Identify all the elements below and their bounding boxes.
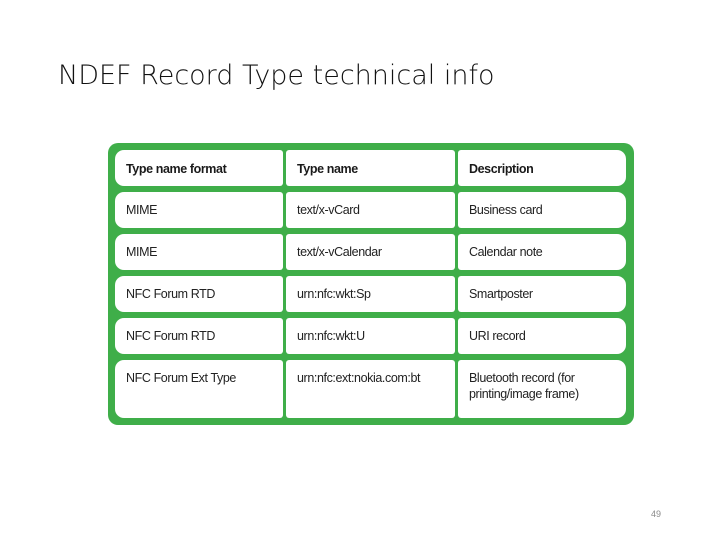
cell-type-name-format: NFC Forum RTD <box>115 276 283 312</box>
header-cell-description: Description <box>458 150 626 186</box>
cell-type-name: urn:nfc:wkt:U <box>286 318 455 354</box>
cell-type-name: text/x-vCard <box>286 192 455 228</box>
cell-description: Business card <box>458 192 626 228</box>
cell-type-name-format: NFC Forum Ext Type <box>115 360 283 418</box>
cell-type-name-format: MIME <box>115 234 283 270</box>
header-cell-type-name-format: Type name format <box>115 150 283 186</box>
cell-type-name-format: NFC Forum RTD <box>115 318 283 354</box>
cell-type-name: urn:nfc:wkt:Sp <box>286 276 455 312</box>
ndef-record-type-table: Type name format Type name Description MIME… <box>108 143 634 425</box>
cell-description: URI record <box>458 318 626 354</box>
cell-type-name-format: MIME <box>115 192 283 228</box>
cell-description: Calendar note <box>458 234 626 270</box>
page-number: 49 <box>651 509 662 519</box>
cell-description: Smartposter <box>458 276 626 312</box>
header-cell-type-name: Type name <box>286 150 455 186</box>
cell-type-name: urn:nfc:ext:nokia.com:bt <box>286 360 455 418</box>
slide-title: NDEF Record Type technical info <box>58 60 495 91</box>
cell-description: Bluetooth record (for printing/image fra… <box>458 360 626 418</box>
cell-type-name: text/x-vCalendar <box>286 234 455 270</box>
